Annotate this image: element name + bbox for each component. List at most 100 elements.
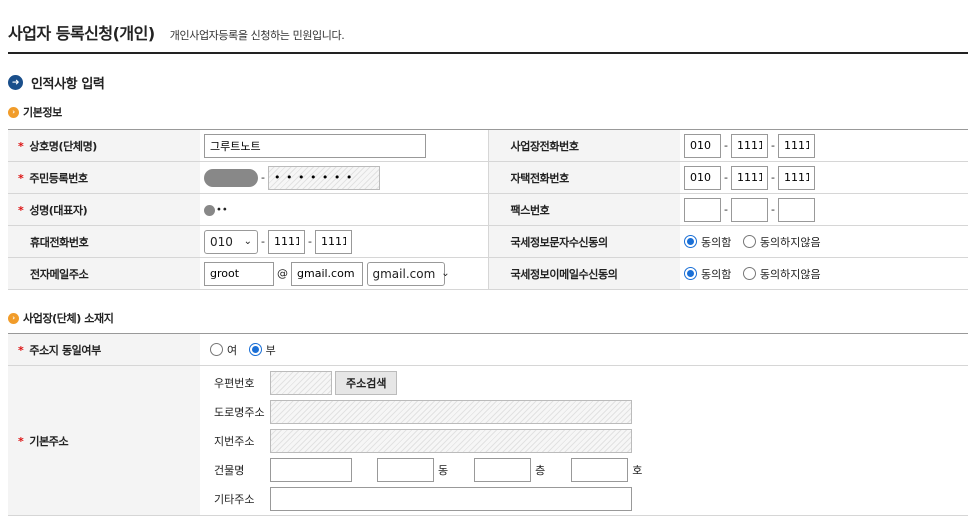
email-consent-label: 국세정보이메일수신동의 (487, 257, 680, 290)
header-divider (8, 52, 968, 54)
biz-phone-part1[interactable] (684, 133, 721, 158)
building-row: 건물명 동 층 호 (200, 455, 968, 484)
name-label: * 성명(대표자) (8, 193, 200, 226)
other-address-label: 기타주소 (214, 492, 255, 506)
sms-consent-agree-radio[interactable]: 동의함 (684, 234, 731, 250)
building-label: 건물명 (214, 463, 245, 477)
fax-label: 팩스번호 (487, 193, 680, 226)
radio-unchecked-icon (210, 343, 223, 356)
name-blurred (204, 204, 215, 216)
radio-label: 동의하지않음 (759, 267, 821, 281)
address-search-button[interactable]: 주소검색 (335, 370, 398, 395)
at-sign: @ (277, 267, 288, 280)
other-address-row: 기타주소 (200, 484, 968, 513)
fax-part1[interactable] (684, 197, 721, 222)
dash: - (261, 235, 265, 248)
section-title-label: 인적사항 입력 (31, 77, 105, 92)
building-ho-input[interactable] (571, 457, 629, 482)
chevron-down-icon: ⌄ (441, 268, 450, 279)
radio-label: 여 (227, 343, 238, 357)
road-address-label: 도로명주소 (214, 405, 265, 419)
biz-phone-label: 사업장전화번호 (487, 129, 680, 162)
location-title: › 사업장(단체) 소재지 (8, 310, 114, 326)
page-title: 사업자 등록신청(개인) (8, 24, 155, 43)
floor-unit: 층 (535, 463, 546, 477)
radio-label: 동의함 (701, 235, 732, 249)
required-marker: * (18, 203, 24, 217)
mobile-mid-input[interactable] (267, 229, 305, 254)
home-phone-part3[interactable] (777, 165, 815, 190)
dash: - (724, 171, 728, 184)
business-name-input[interactable] (204, 133, 426, 158)
fax-part2[interactable] (730, 197, 768, 222)
biz-phone-part3[interactable] (777, 133, 815, 158)
select-value: 010 (210, 234, 233, 249)
basic-info-title: › 기본정보 (8, 104, 62, 120)
email-id-input[interactable] (204, 261, 274, 286)
radio-checked-icon (684, 235, 697, 248)
label-text: 주민등록번호 (29, 171, 88, 185)
table-row: * 성명(대표자) •• 팩스번호 - - (8, 193, 968, 226)
email-domain-select[interactable]: gmail.com ⌄ (366, 261, 450, 286)
email-label: 전자메일주소 (8, 257, 200, 290)
ho-unit: 호 (632, 463, 643, 477)
dash: - (770, 171, 775, 184)
chevron-down-icon: ⌄ (243, 236, 252, 247)
label-text: 휴대전화번호 (30, 235, 89, 249)
table-row: 전자메일주소 @ gmail.com ⌄ 국세정보이메일수신동의 동의함 동의하지… (8, 257, 968, 290)
mobile-carrier-select[interactable]: 010 ⌄ (204, 229, 258, 254)
table-row: * 주소지 동일여부 여 부 (8, 333, 968, 366)
radio-label: 부 (265, 343, 276, 357)
postal-code-label: 우편번호 (214, 376, 255, 390)
chevron-right-icon: › (8, 106, 19, 118)
resident-no-back-input (267, 165, 380, 190)
building-name-input[interactable] (270, 457, 352, 482)
basic-info-table: * 상호명(단체명) 사업장전화번호 - - * 주민등록번호 - 자택전화번호 - -… (8, 129, 968, 290)
radio-checked-icon (684, 267, 697, 280)
dash: - (770, 203, 775, 216)
select-value: gmail.com (372, 266, 436, 281)
email-domain-input[interactable] (291, 261, 363, 286)
table-row: * 상호명(단체명) 사업장전화번호 - - (8, 129, 968, 162)
label-text: 성명(대표자) (29, 203, 88, 217)
radio-unchecked-icon (742, 235, 756, 248)
chevron-right-icon: › (8, 312, 19, 324)
home-phone-part1[interactable] (684, 165, 721, 190)
label-text: 상호명(단체명) (29, 139, 97, 153)
home-phone-label: 자택전화번호 (487, 161, 680, 194)
required-marker: * (18, 434, 24, 448)
location-table: * 주소지 동일여부 여 부 * 기본주소 우편번호 주소검색 도로명주소 지번주소… (8, 333, 968, 516)
sms-consent-label: 국세정보문자수신동의 (487, 225, 680, 258)
lot-address-label: 지번주소 (214, 434, 255, 448)
email-consent-disagree-radio[interactable]: 동의하지않음 (742, 266, 821, 282)
label-text: 주소지 동일여부 (29, 343, 101, 357)
required-marker: * (18, 139, 24, 153)
fax-part3[interactable] (777, 197, 815, 222)
location-title-label: 사업장(단체) 소재지 (23, 312, 114, 325)
road-address-row: 도로명주소 (200, 397, 968, 426)
other-address-input[interactable] (270, 486, 632, 511)
page-header: 사업자 등록신청(개인) 개인사업자등록을 신청하는 민원입니다. (8, 20, 968, 44)
dash: - (307, 235, 312, 248)
same-address-yes-radio[interactable]: 여 (210, 342, 237, 358)
business-name-label: * 상호명(단체명) (8, 129, 200, 162)
same-address-no-radio[interactable]: 부 (248, 342, 276, 358)
road-address-input (270, 399, 632, 424)
email-consent-agree-radio[interactable]: 동의함 (684, 266, 731, 282)
table-row: * 기본주소 우편번호 주소검색 도로명주소 지번주소 건물명 동 층 호 기타… (8, 365, 968, 516)
building-dong-input[interactable] (377, 457, 434, 482)
biz-phone-part2[interactable] (730, 133, 768, 158)
lot-address-input (270, 428, 632, 453)
section-title: ➜ 인적사항 입력 (8, 73, 105, 92)
radio-label: 동의하지않음 (759, 235, 821, 249)
mobile-last-input[interactable] (314, 229, 352, 254)
required-marker: * (18, 171, 24, 185)
dong-unit: 동 (438, 463, 449, 477)
postal-code-input (270, 370, 332, 395)
building-floor-input[interactable] (474, 457, 532, 482)
required-marker: * (18, 343, 24, 357)
postal-code-row: 우편번호 주소검색 (200, 368, 968, 397)
sms-consent-disagree-radio[interactable]: 동의하지않음 (742, 234, 821, 250)
home-phone-part2[interactable] (730, 165, 768, 190)
table-row: 휴대전화번호 010⌄-- 국세정보문자수신동의 동의함 동의하지않음 (8, 225, 968, 258)
